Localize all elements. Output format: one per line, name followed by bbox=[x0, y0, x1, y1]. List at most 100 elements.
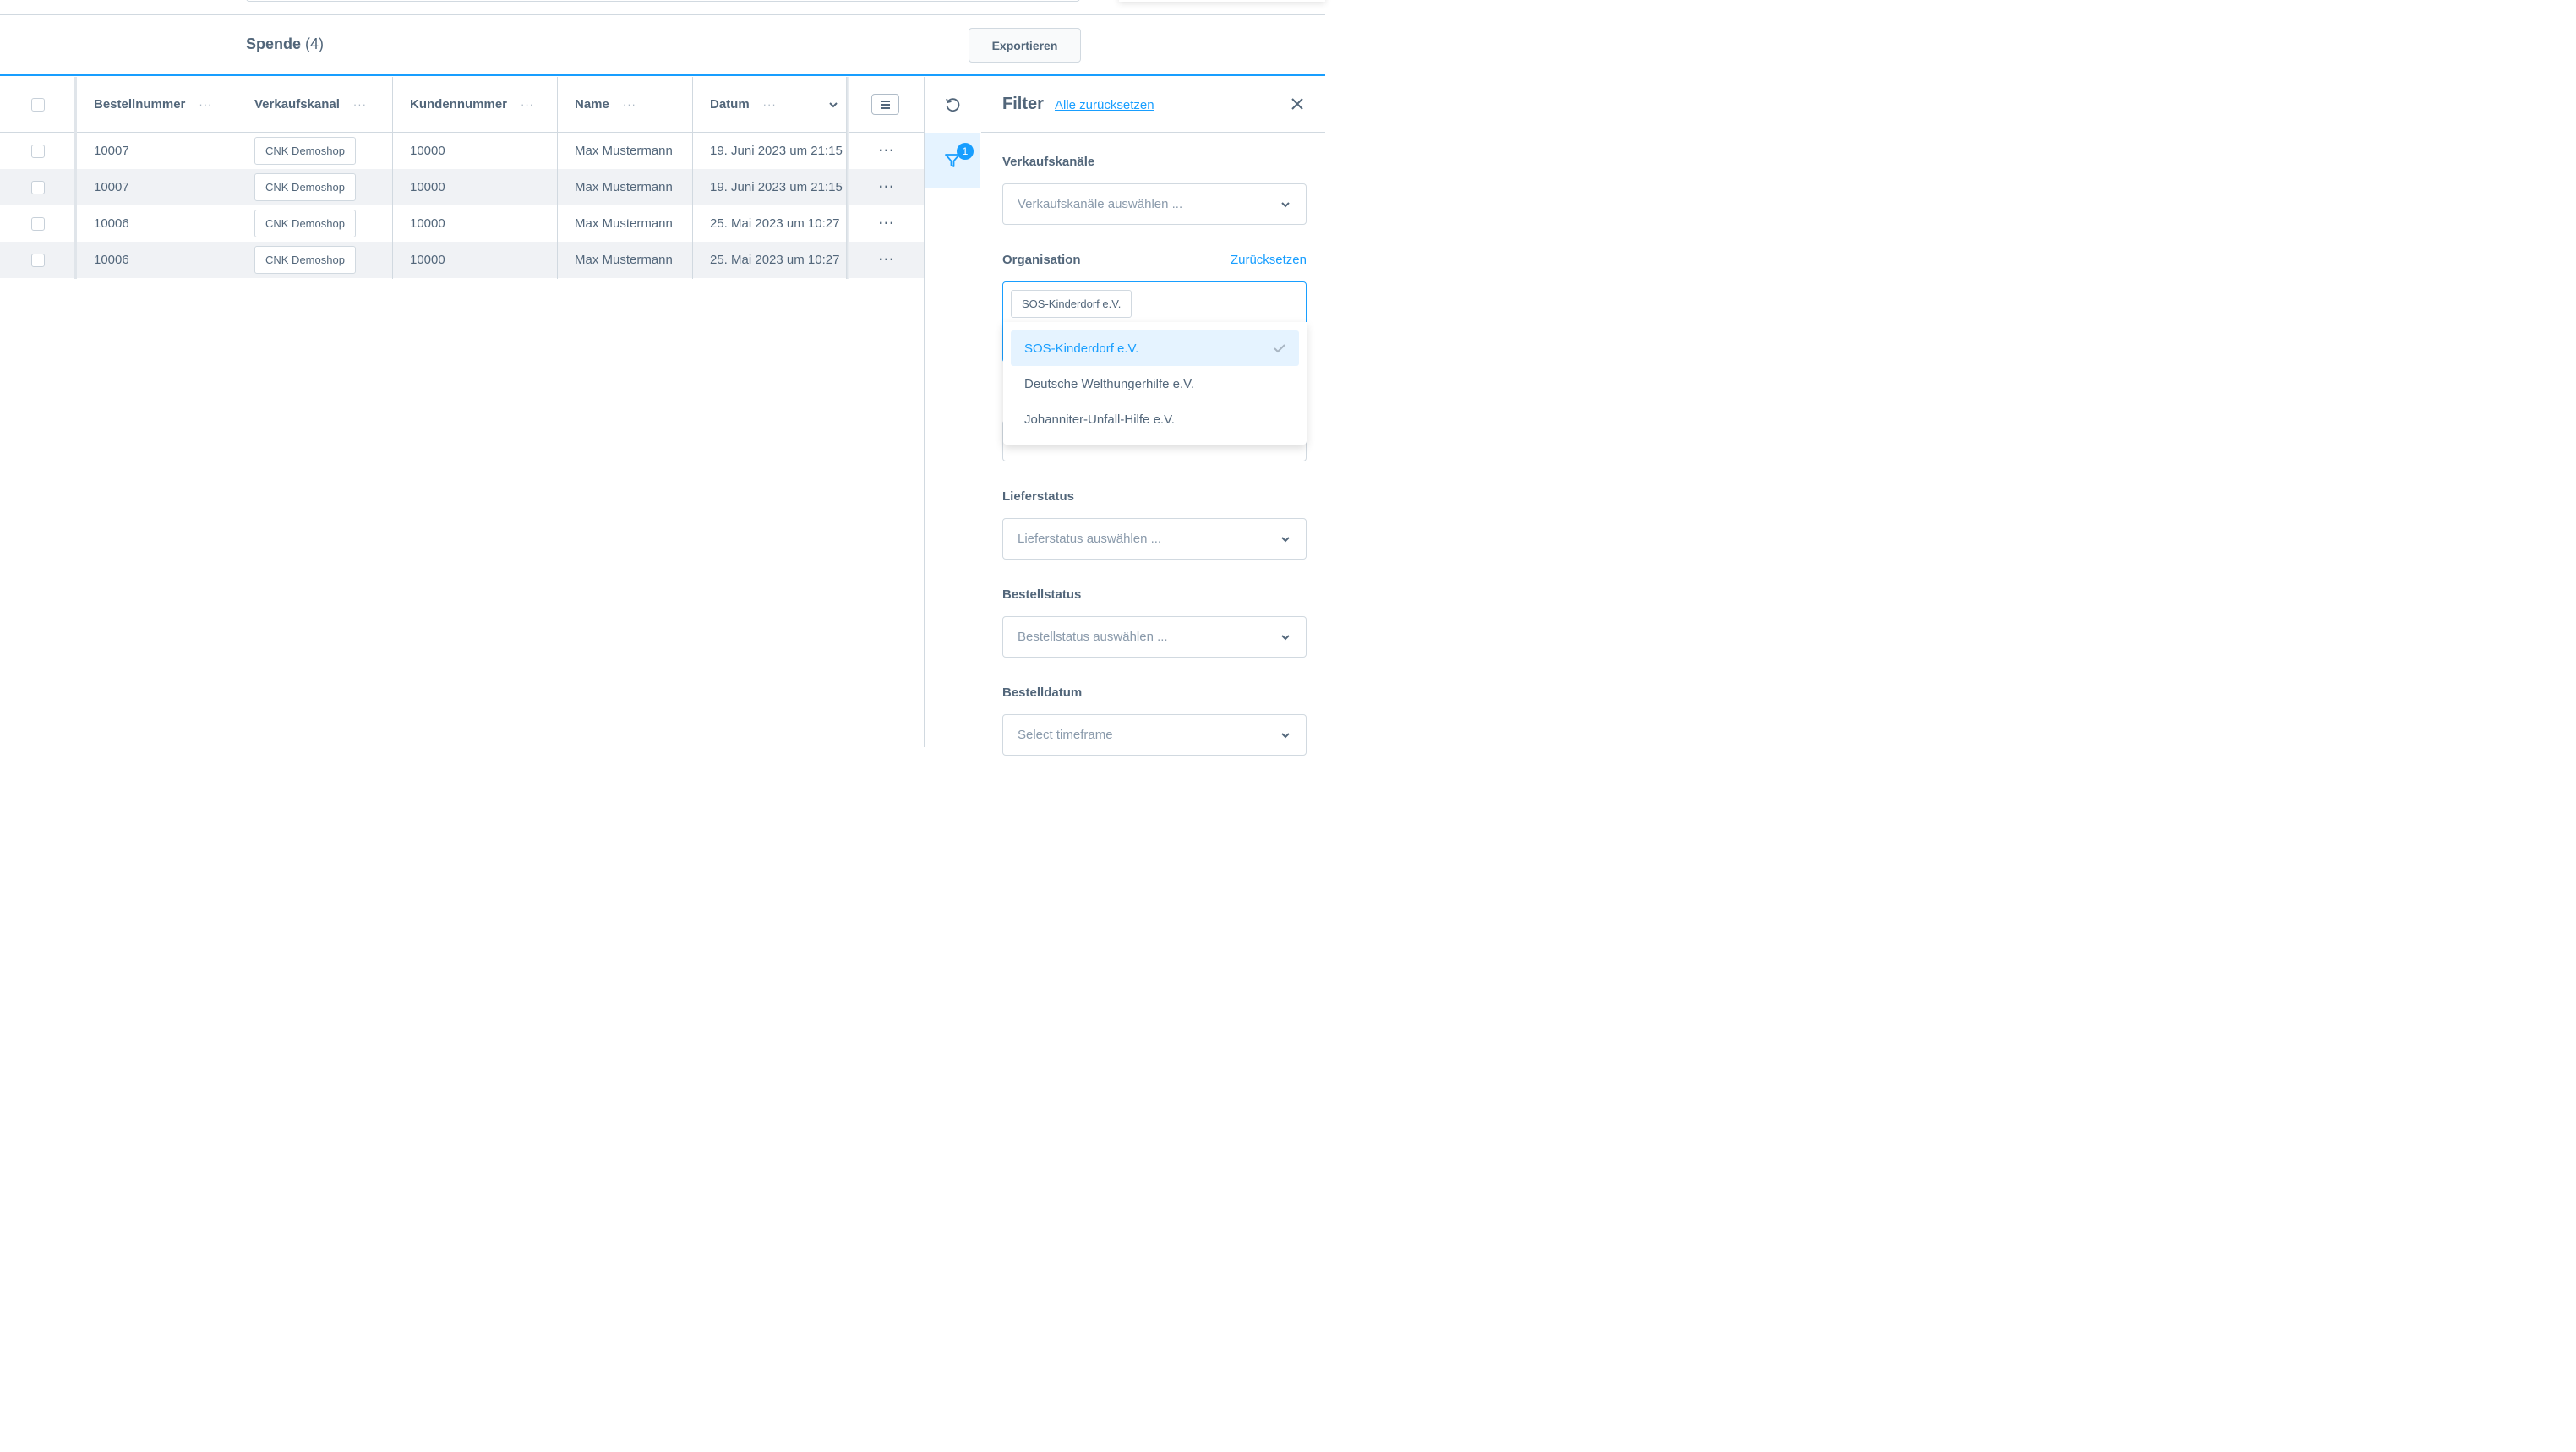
chevron-down-icon bbox=[1281, 202, 1290, 208]
sales-channel-chip: CNK Demoshop bbox=[254, 137, 356, 165]
table-row[interactable]: 10006 CNK Demoshop 10000 Max Mustermann … bbox=[0, 205, 924, 242]
column-header-name[interactable]: Name ··· bbox=[575, 77, 636, 132]
page-header: Spende (4) Exportieren bbox=[0, 15, 1325, 76]
cell-customer-number: 10000 bbox=[410, 144, 445, 158]
search-bar[interactable] bbox=[246, 0, 1080, 2]
row-checkbox[interactable] bbox=[31, 144, 45, 158]
reset-all-link[interactable]: Alle zurücksetzen bbox=[1055, 98, 1154, 112]
cell-date: 19. Juni 2023 um 21:15 bbox=[710, 144, 843, 158]
column-menu-icon[interactable]: ··· bbox=[521, 98, 534, 111]
chevron-down-icon bbox=[1281, 537, 1290, 543]
page-title-count: (4) bbox=[305, 35, 325, 52]
column-header-customer-number[interactable]: Kundennummer ··· bbox=[410, 77, 534, 132]
sales-channel-chip: CNK Demoshop bbox=[254, 173, 356, 201]
column-divider bbox=[846, 77, 849, 279]
dropdown-option[interactable]: Johanniter-Unfall-Hilfe e.V. bbox=[1011, 401, 1299, 437]
filter-label-delivery-status: Lieferstatus bbox=[1002, 489, 1075, 504]
column-label: Datum bbox=[710, 97, 750, 112]
cell-order-number[interactable]: 10006 bbox=[94, 205, 129, 242]
column-menu-icon[interactable]: ··· bbox=[623, 98, 636, 111]
data-grid: Bestellnummer ··· Verkaufskanal ··· Kund… bbox=[0, 77, 924, 279]
column-label: Bestellnummer bbox=[94, 97, 186, 112]
order-status-select[interactable]: Bestellstatus auswählen ... bbox=[1002, 616, 1307, 658]
dropdown-option[interactable]: SOS-Kinderdorf e.V. bbox=[1011, 330, 1299, 366]
filter-label-order-status: Bestellstatus bbox=[1002, 587, 1082, 602]
table-row[interactable]: 10007 CNK Demoshop 10000 Max Mustermann … bbox=[0, 133, 924, 169]
top-bar bbox=[0, 0, 1325, 15]
column-menu-icon[interactable]: ··· bbox=[763, 98, 777, 111]
filter-label-order-date: Bestelldatum bbox=[1002, 685, 1083, 700]
export-button[interactable]: Exportieren bbox=[969, 28, 1081, 63]
cell-customer-number: 10000 bbox=[410, 180, 445, 194]
page-title-text: Spende bbox=[246, 35, 302, 52]
column-settings-button[interactable] bbox=[871, 94, 899, 115]
close-icon[interactable] bbox=[1291, 97, 1304, 111]
column-label: Kundennummer bbox=[410, 97, 508, 112]
chevron-down-icon bbox=[1281, 733, 1290, 739]
filter-toggle-button[interactable]: 1 bbox=[925, 133, 980, 188]
table-row[interactable]: 10007 CNK Demoshop 10000 Max Mustermann … bbox=[0, 169, 924, 205]
select-placeholder: Verkaufskanäle auswählen ... bbox=[1018, 197, 1183, 211]
refresh-icon bbox=[946, 98, 960, 112]
order-date-select[interactable]: Select timeframe bbox=[1002, 714, 1307, 756]
page-title: Spende (4) bbox=[246, 35, 324, 53]
checkmark-icon bbox=[1274, 344, 1285, 353]
column-header-sales-channel[interactable]: Verkaufskanal ··· bbox=[254, 77, 367, 132]
select-placeholder: Bestellstatus auswählen ... bbox=[1018, 630, 1168, 644]
cell-name: Max Mustermann bbox=[575, 144, 673, 158]
cell-order-number[interactable]: 10006 bbox=[94, 242, 129, 278]
more-horizontal-icon[interactable]: ··· bbox=[879, 144, 895, 159]
row-checkbox[interactable] bbox=[31, 253, 45, 267]
select-all-checkbox[interactable] bbox=[31, 97, 45, 112]
sales-channel-chip: CNK Demoshop bbox=[254, 246, 356, 274]
cell-name: Max Mustermann bbox=[575, 253, 673, 267]
row-checkbox[interactable] bbox=[31, 180, 45, 194]
filter-title: Filter bbox=[1002, 95, 1044, 113]
grid-header: Bestellnummer ··· Verkaufskanal ··· Kund… bbox=[0, 77, 924, 133]
row-checkbox[interactable] bbox=[31, 216, 45, 231]
select-placeholder: Lieferstatus auswählen ... bbox=[1018, 532, 1162, 546]
organisation-reset-link[interactable]: Zurücksetzen bbox=[1231, 253, 1307, 267]
cell-order-number[interactable]: 10007 bbox=[94, 133, 129, 169]
filter-panel: Filter Alle zurücksetzen Verkaufskanäle … bbox=[981, 77, 1325, 756]
cell-date: 25. Mai 2023 um 10:27 bbox=[710, 253, 840, 267]
column-divider bbox=[74, 77, 77, 279]
cell-date: 19. Juni 2023 um 21:15 bbox=[710, 180, 843, 194]
filter-label-sales-channels: Verkaufskanäle bbox=[1002, 155, 1095, 169]
cell-date: 25. Mai 2023 um 10:27 bbox=[710, 216, 840, 231]
table-row[interactable]: 10006 CNK Demoshop 10000 Max Mustermann … bbox=[0, 242, 924, 278]
filter-label-organisation: Organisation bbox=[1002, 253, 1081, 267]
cell-name: Max Mustermann bbox=[575, 216, 673, 231]
filter-header: Filter Alle zurücksetzen bbox=[981, 77, 1325, 133]
sales-channels-select[interactable]: Verkaufskanäle auswählen ... bbox=[1002, 183, 1307, 225]
sales-channel-chip: CNK Demoshop bbox=[254, 210, 356, 237]
more-horizontal-icon[interactable]: ··· bbox=[879, 253, 895, 268]
more-horizontal-icon[interactable]: ··· bbox=[879, 216, 895, 232]
dropdown-option-label: SOS-Kinderdorf e.V. bbox=[1024, 341, 1139, 356]
refresh-button[interactable] bbox=[925, 77, 980, 133]
column-divider bbox=[692, 77, 693, 279]
selected-organisation-chip[interactable]: SOS-Kinderdorf e.V. bbox=[1011, 290, 1132, 318]
sort-desc-icon[interactable] bbox=[828, 77, 838, 132]
column-header-order-number[interactable]: Bestellnummer ··· bbox=[94, 77, 212, 132]
filter-count-badge: 1 bbox=[957, 143, 974, 160]
column-divider bbox=[557, 77, 558, 279]
cell-customer-number: 10000 bbox=[410, 216, 445, 231]
select-all-cell bbox=[31, 77, 45, 132]
list-icon bbox=[881, 100, 890, 109]
dropdown-option[interactable]: Deutsche Welthungerhilfe e.V. bbox=[1011, 366, 1299, 401]
column-header-date[interactable]: Datum ··· bbox=[710, 77, 777, 132]
column-divider bbox=[392, 77, 393, 279]
dropdown-option-label: Deutsche Welthungerhilfe e.V. bbox=[1024, 376, 1194, 391]
dropdown-option-label: Johanniter-Unfall-Hilfe e.V. bbox=[1024, 412, 1175, 427]
top-right-panel bbox=[1119, 0, 1325, 2]
more-horizontal-icon[interactable]: ··· bbox=[879, 180, 895, 195]
chevron-down-icon bbox=[1281, 635, 1290, 641]
cell-customer-number: 10000 bbox=[410, 253, 445, 267]
column-menu-icon[interactable]: ··· bbox=[199, 98, 212, 111]
cell-name: Max Mustermann bbox=[575, 180, 673, 194]
delivery-status-select[interactable]: Lieferstatus auswählen ... bbox=[1002, 518, 1307, 560]
cell-order-number[interactable]: 10007 bbox=[94, 169, 129, 205]
column-menu-icon[interactable]: ··· bbox=[353, 98, 367, 111]
column-label: Name bbox=[575, 97, 609, 112]
